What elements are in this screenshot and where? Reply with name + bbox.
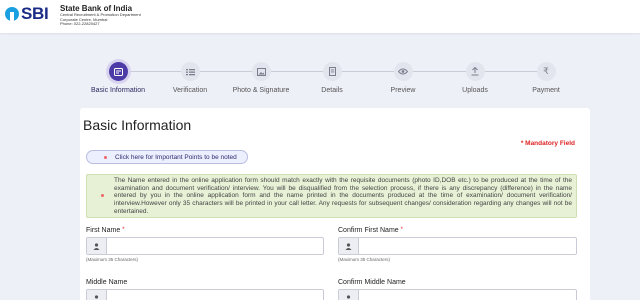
eye-icon [393, 62, 413, 81]
confirm-first-name-input[interactable] [359, 238, 576, 254]
checklist-icon [180, 62, 200, 81]
bullet-icon [104, 155, 107, 159]
form-title: Basic Information [83, 117, 192, 133]
middle-name-field-wrapper [86, 289, 324, 300]
user-icon [339, 290, 359, 300]
confirm-first-name-label: Confirm First Name * [338, 227, 403, 234]
rupee-icon: ₹ [536, 62, 556, 81]
middle-name-label: Middle Name [86, 279, 128, 286]
step-label: Payment [532, 87, 560, 94]
sbi-logo-icon [5, 7, 19, 21]
progress-stepper: Basic Information Verification Photo & S… [0, 62, 640, 102]
basic-information-form: Basic Information * Mandatory Field Clic… [80, 108, 590, 300]
confirm-first-name-field-wrapper [338, 237, 577, 255]
user-icon [87, 238, 107, 254]
confirm-first-name-hint: (Maximum 35 Characters) [338, 257, 391, 262]
first-name-group: First Name * (Maximum 35 Characters) [86, 227, 324, 262]
confirm-first-name-group: Confirm First Name * (Maximum 35 Charact… [338, 227, 577, 262]
middle-name-group: Middle Name [86, 279, 324, 300]
first-name-label: First Name * [86, 227, 125, 234]
confirm-middle-name-group: Confirm Middle Name [338, 279, 577, 300]
first-name-input[interactable] [107, 238, 323, 254]
id-card-icon [108, 62, 128, 81]
important-points-button[interactable]: Click here for Important Points to be no… [86, 150, 248, 164]
important-points-label: Click here for Important Points to be no… [115, 153, 237, 161]
logo-text: SBI [21, 4, 49, 23]
middle-name-input[interactable] [107, 290, 323, 300]
department-info: Central Recruitment & Promotion Departme… [60, 12, 141, 27]
first-name-field-wrapper [86, 237, 324, 255]
name-notice-box: The Name entered in the online applicati… [86, 174, 577, 218]
first-name-hint: (Maximum 35 Characters) [86, 257, 139, 262]
image-icon [251, 62, 271, 81]
header-bar: SBI State Bank of India Central Recruitm… [0, 0, 640, 33]
user-icon [339, 238, 359, 254]
document-icon [322, 62, 342, 81]
notice-text: The Name entered in the online applicati… [114, 177, 572, 215]
user-icon [87, 290, 107, 300]
confirm-middle-name-field-wrapper [338, 289, 577, 300]
confirm-middle-name-label: Confirm Middle Name [338, 279, 406, 286]
mandatory-field-note: * Mandatory Field [520, 140, 575, 147]
upload-icon [465, 62, 485, 81]
step-payment[interactable]: ₹ Payment [501, 62, 591, 94]
confirm-middle-name-input[interactable] [359, 290, 576, 300]
bullet-icon [101, 194, 104, 197]
